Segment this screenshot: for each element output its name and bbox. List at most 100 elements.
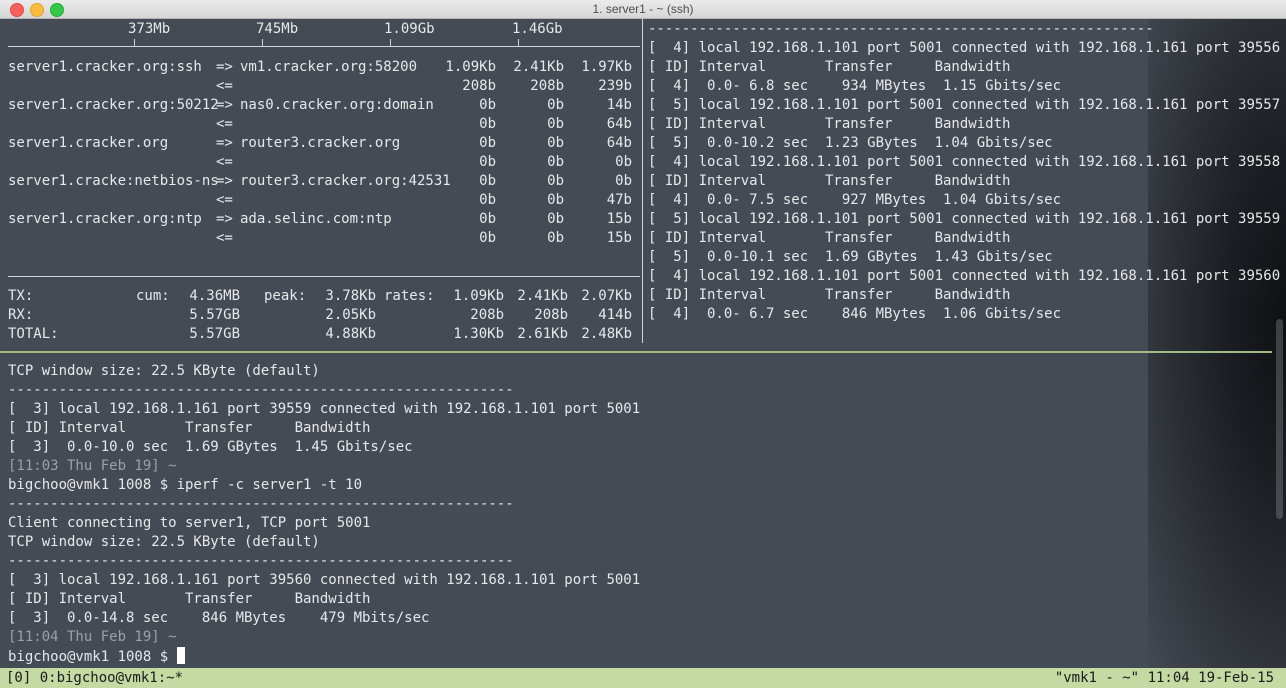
peak-label: peak: — [264, 288, 307, 304]
rate-2s: 208b — [462, 78, 496, 94]
server-log-line: [ 5] local 192.168.1.101 port 5001 conne… — [648, 211, 1281, 227]
tx-label: TX: — [8, 288, 34, 304]
client-log-line: [ 3] local 192.168.1.161 port 39559 conn… — [8, 401, 641, 417]
scale-tick — [262, 39, 263, 46]
rate-40s: 0b — [615, 154, 632, 170]
rate-40s: 14b — [606, 97, 632, 113]
client-window-size: TCP window size: 22.5 KByte (default) — [8, 363, 320, 379]
tx-cum: 4.36MB — [189, 288, 240, 304]
client-connecting: Client connecting to server1, TCP port 5… — [8, 515, 371, 531]
rate-2s: 0b — [479, 154, 496, 170]
flow-src: server1.cracke:netbios-ns — [8, 173, 219, 189]
client-dashes: ----------------------------------------… — [8, 496, 514, 512]
tx-rate-10s: 2.41Kb — [517, 288, 568, 304]
rate-10s: 208b — [530, 78, 564, 94]
rate-2s: 0b — [479, 97, 496, 113]
rx-peak: 2.05Kb — [325, 307, 376, 323]
flow-dir: => — [216, 173, 233, 189]
rate-2s: 0b — [479, 173, 496, 189]
total-peak: 4.88Kb — [325, 326, 376, 342]
tx-peak: 3.78Kb — [325, 288, 376, 304]
tmux-host: "vmk1 - ~" — [1054, 670, 1140, 686]
server-log-line: [ 4] local 192.168.1.101 port 5001 conne… — [648, 268, 1281, 284]
server-log-line: [ ID] Interval Transfer Bandwidth — [648, 287, 1011, 303]
server-dashes: ----------------------------------------… — [648, 21, 1154, 37]
total-rate-10s: 2.61Kb — [517, 326, 568, 342]
flow-dst: vm1.cracker.org:58200 — [240, 59, 418, 75]
scale-label: 1.09Gb — [384, 21, 435, 37]
flow-dir: <= — [216, 78, 233, 94]
client-dashes: ----------------------------------------… — [8, 382, 514, 398]
prompt: bigchoo@vmk1 1008 $ — [8, 649, 177, 665]
pane-divider[interactable] — [642, 19, 643, 343]
total-rate-2s: 1.30Kb — [453, 326, 504, 342]
rate-10s: 0b — [547, 173, 564, 189]
flow-dst: ada.selinc.com:ntp — [240, 211, 392, 227]
scale-label: 373Mb — [128, 21, 171, 37]
client-log-line: [ 3] local 192.168.1.161 port 39560 conn… — [8, 572, 641, 588]
server-log-line: [ 4] 0.0- 7.5 sec 927 MBytes 1.04 Gbits/… — [648, 192, 1062, 208]
rx-rate-2s: 208b — [470, 307, 504, 323]
prompt-line: bigchoo@vmk1 1008 $ iperf -c server1 -t … — [8, 476, 362, 495]
rate-2s: 0b — [479, 211, 496, 227]
flow-src: server1.cracker.org:50212 — [8, 97, 219, 113]
terminal-area[interactable]: 373Mb 745Mb 1.09Gb 1.46Gb server1.cracke… — [0, 19, 1286, 688]
prompt-line[interactable]: bigchoo@vmk1 1008 $ — [8, 647, 185, 667]
server-log-line: [ 5] local 192.168.1.101 port 5001 conne… — [648, 97, 1281, 113]
flow-dir: <= — [216, 116, 233, 132]
rx-rate-10s: 208b — [534, 307, 568, 323]
rate-40s: 239b — [598, 78, 632, 94]
flow-src: server1.cracker.org:ssh — [8, 59, 202, 75]
scale-label: 1.46Gb — [512, 21, 563, 37]
rate-10s: 0b — [547, 192, 564, 208]
rate-10s: 0b — [547, 154, 564, 170]
rate-10s: 0b — [547, 230, 564, 246]
server-log-line: [ 5] 0.0-10.2 sec 1.23 GBytes 1.04 Gbits… — [648, 135, 1053, 151]
total-rate-40s: 2.48Kb — [581, 326, 632, 342]
tmux-window-list[interactable]: [0] 0:bigchoo@vmk1:~* — [6, 668, 183, 688]
rx-label: RX: — [8, 307, 34, 323]
flow-dir: <= — [216, 154, 233, 170]
client-dashes: ----------------------------------------… — [8, 553, 514, 569]
rate-2s: 0b — [479, 230, 496, 246]
client-log-line: [ 3] 0.0-14.8 sec 846 MBytes 479 Mbits/s… — [8, 610, 430, 626]
rate-2s: 0b — [479, 135, 496, 151]
tx-rate-2s: 1.09Kb — [453, 288, 504, 304]
window-title: 1. server1 - ~ (ssh) — [592, 2, 694, 16]
rate-40s: 15b — [606, 230, 632, 246]
prompt: bigchoo@vmk1 1008 $ — [8, 477, 177, 493]
text-cursor — [176, 647, 185, 664]
scale-tick — [134, 39, 135, 46]
flow-dir: => — [216, 59, 233, 75]
rates-label: rates: — [384, 288, 435, 304]
server-log-line: [ ID] Interval Transfer Bandwidth — [648, 59, 1011, 75]
server-log-line: [ 4] 0.0- 6.7 sec 846 MBytes 1.06 Gbits/… — [648, 306, 1062, 322]
scale-tick — [518, 39, 519, 46]
pane-divider-horizontal[interactable] — [0, 351, 1272, 353]
tmux-clock: 11:04 19-Feb-15 — [1147, 670, 1274, 686]
tx-rate-40s: 2.07Kb — [581, 288, 632, 304]
rate-2s: 1.09Kb — [445, 59, 496, 75]
total-cum: 5.57GB — [189, 326, 240, 342]
scrollbar[interactable] — [1276, 319, 1283, 519]
rate-40s: 0b — [615, 173, 632, 189]
client-log-line: [ 3] 0.0-10.0 sec 1.69 GBytes 1.45 Gbits… — [8, 439, 413, 455]
flow-src: server1.cracker.org:ntp — [8, 211, 202, 227]
flow-dir: => — [216, 135, 233, 151]
title-bar[interactable]: 1. server1 - ~ (ssh) — [0, 0, 1286, 19]
server-log-line: [ ID] Interval Transfer Bandwidth — [648, 230, 1011, 246]
command-text: iperf -c server1 -t 10 — [176, 477, 363, 493]
server-log-line: [ 4] local 192.168.1.101 port 5001 conne… — [648, 154, 1281, 170]
rate-10s: 0b — [547, 135, 564, 151]
prompt-timestamp: [11:03 Thu Feb 19] ~ — [8, 458, 177, 474]
prompt-timestamp: [11:04 Thu Feb 19] ~ — [8, 629, 177, 645]
server-log-line: [ 5] 0.0-10.1 sec 1.69 GBytes 1.43 Gbits… — [648, 249, 1053, 265]
server-log-line: [ ID] Interval Transfer Bandwidth — [648, 173, 1011, 189]
scale-label: 745Mb — [256, 21, 299, 37]
rate-10s: 0b — [547, 116, 564, 132]
rate-10s: 2.41Kb — [513, 59, 564, 75]
client-log-line: [ ID] Interval Transfer Bandwidth — [8, 420, 371, 436]
flow-dst: router3.cracker.org — [240, 135, 401, 151]
flow-dir: => — [216, 211, 233, 227]
flow-dst: router3.cracker.org:42531 — [240, 173, 451, 189]
